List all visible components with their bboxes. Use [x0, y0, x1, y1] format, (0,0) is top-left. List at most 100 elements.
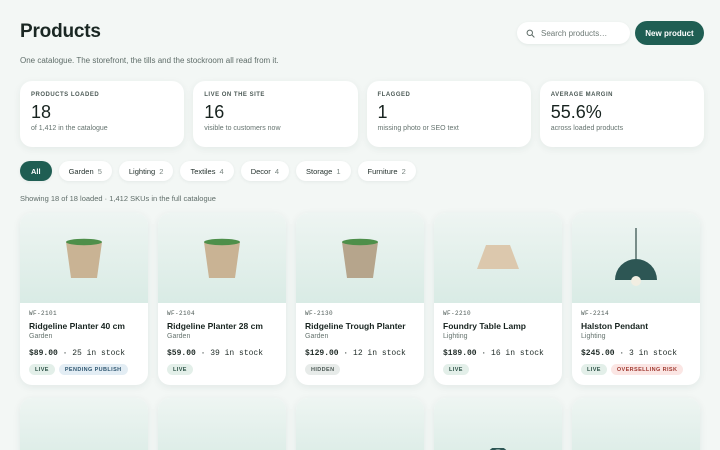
product-card[interactable]: WF-2101 Ridgeline Planter 40 cm Garden $… — [20, 213, 148, 385]
product-card[interactable] — [158, 398, 286, 450]
chip-count: 1 — [336, 166, 341, 176]
stat-card-live-on-site: LIVE ON THE SITE 16 visible to customers… — [193, 81, 358, 147]
filter-chip-storage[interactable]: Storage 1 — [296, 161, 351, 181]
search-box[interactable] — [517, 22, 630, 44]
product-name: Foundry Table Lamp — [443, 321, 526, 331]
product-name: Ridgeline Planter 40 cm — [29, 321, 125, 331]
chip-count: 2 — [159, 166, 164, 176]
stat-value: 55.6% — [550, 102, 602, 122]
products-page: Products New product One catalogue. The … — [0, 0, 720, 450]
stat-value: 18 — [31, 102, 52, 122]
chip-label: Furniture — [367, 166, 398, 176]
stat-sub: visible to customers now — [204, 125, 281, 132]
stat-sub: of 1,412 in the catalogue — [31, 125, 108, 132]
stat-card-average-margin: AVERAGE MARGIN 55.6% across loaded produ… — [539, 81, 704, 147]
product-image — [296, 398, 424, 450]
stat-label: FLAGGED — [377, 92, 411, 98]
stat-label: PRODUCTS LOADED — [31, 92, 100, 98]
lamp-shade-icon — [477, 245, 519, 269]
price-stock-line: $59.00 · 39 in stock — [167, 349, 264, 358]
product-sku: WF-2214 — [581, 310, 610, 317]
new-product-button[interactable]: New product — [635, 21, 704, 45]
page-subtitle: One catalogue. The storefront, the tills… — [20, 56, 279, 65]
status-badge-live: LIVE — [581, 364, 607, 375]
product-stock: 39 in stock — [210, 349, 264, 358]
filter-chip-decor[interactable]: Decor 4 — [240, 161, 289, 181]
product-card[interactable]: WF-2210 Foundry Table Lamp Lighting $189… — [434, 213, 562, 385]
status-badge-live: LIVE — [443, 364, 469, 375]
planter-icon — [342, 238, 378, 278]
product-price: $89.00 — [29, 349, 58, 358]
product-stock: 12 in stock — [353, 349, 406, 358]
category-filters: All Garden 5 Lighting 2 Textiles 4 Decor… — [20, 161, 416, 181]
product-stock: 25 in stock — [72, 349, 126, 358]
product-card[interactable] — [20, 398, 148, 450]
status-badge-overselling-risk: OVERSELLING RISK — [610, 364, 684, 375]
chip-count: 5 — [97, 166, 102, 176]
stat-card-flagged: FLAGGED 1 missing photo or SEO text — [366, 81, 531, 147]
chip-label: Decor — [250, 166, 271, 176]
product-image — [20, 213, 148, 303]
product-image — [158, 398, 286, 450]
product-card[interactable] — [296, 398, 424, 450]
product-name: Ridgeline Planter 28 cm — [167, 321, 263, 331]
product-image — [572, 213, 700, 303]
stat-sub: missing photo or SEO text — [377, 125, 459, 132]
product-price: $189.00 — [443, 349, 477, 358]
stats-row: PRODUCTS LOADED 18 of 1,412 in the catal… — [20, 81, 704, 147]
filter-chip-lighting[interactable]: Lighting 2 — [118, 161, 174, 181]
product-sku: WF-2101 — [29, 310, 58, 317]
chip-count: 2 — [401, 166, 406, 176]
pendant-lamp-icon — [615, 228, 657, 286]
stat-sub: across loaded products — [550, 125, 624, 132]
price-stock-line: $129.00 · 12 in stock — [305, 349, 406, 358]
status-badge-hidden: HIDDEN — [305, 364, 341, 375]
product-card[interactable]: WF-2104 Ridgeline Planter 28 cm Garden $… — [158, 213, 286, 385]
product-image — [572, 398, 700, 450]
product-sku: WF-2104 — [167, 310, 196, 317]
product-category: Garden — [167, 333, 191, 340]
chip-label: Lighting — [128, 166, 156, 176]
price-stock-line: $89.00 · 25 in stock — [29, 349, 126, 358]
results-summary: Showing 18 of 18 loaded · 1,412 SKUs in … — [20, 194, 216, 203]
product-grid-row-2 — [20, 398, 704, 450]
chip-label: All — [31, 166, 41, 176]
chip-label: Garden — [68, 166, 94, 176]
filter-chip-furniture[interactable]: Furniture 2 — [357, 161, 416, 181]
product-category: Garden — [29, 333, 53, 340]
product-image — [158, 213, 286, 303]
product-price: $129.00 — [305, 349, 339, 358]
product-card[interactable] — [572, 398, 700, 450]
product-image — [296, 213, 424, 303]
page-header: Products New product — [20, 20, 704, 48]
stat-card-products-loaded: PRODUCTS LOADED 18 of 1,412 in the catal… — [20, 81, 185, 147]
filter-chip-all[interactable]: All — [20, 161, 52, 181]
product-stock: 16 in stock — [491, 349, 544, 358]
status-badge-pending-publish: PENDING PUBLISH — [58, 364, 128, 375]
product-price: $59.00 — [167, 349, 196, 358]
chip-count: 4 — [274, 166, 279, 176]
status-badge-live: LIVE — [29, 364, 55, 375]
product-name: Halston Pendant — [581, 321, 649, 331]
product-sku: WF-2210 — [443, 310, 472, 317]
product-grid: WF-2101 Ridgeline Planter 40 cm Garden $… — [20, 213, 704, 385]
product-card[interactable]: WF-2130 Ridgeline Trough Planter Garden … — [296, 213, 424, 385]
price-stock-line: $189.00 · 16 in stock — [443, 349, 544, 358]
product-image — [434, 213, 562, 303]
filter-chip-textiles[interactable]: Textiles 4 — [180, 161, 234, 181]
status-badge-live: LIVE — [167, 364, 193, 375]
product-card[interactable] — [434, 398, 562, 450]
filter-chip-garden[interactable]: Garden 5 — [58, 161, 112, 181]
product-category: Lighting — [443, 333, 468, 340]
chip-label: Storage — [306, 166, 333, 176]
stat-label: AVERAGE MARGIN — [550, 92, 613, 98]
product-category: Garden — [305, 333, 329, 340]
product-sku: WF-2130 — [305, 310, 334, 317]
product-card[interactable]: WF-2214 Halston Pendant Lighting $245.00… — [572, 213, 700, 385]
product-price: $245.00 — [581, 349, 615, 358]
search-icon — [526, 29, 535, 38]
planter-icon — [66, 238, 102, 278]
search-input[interactable] — [541, 28, 629, 38]
product-image — [20, 398, 148, 450]
product-stock: 3 in stock — [629, 349, 678, 358]
